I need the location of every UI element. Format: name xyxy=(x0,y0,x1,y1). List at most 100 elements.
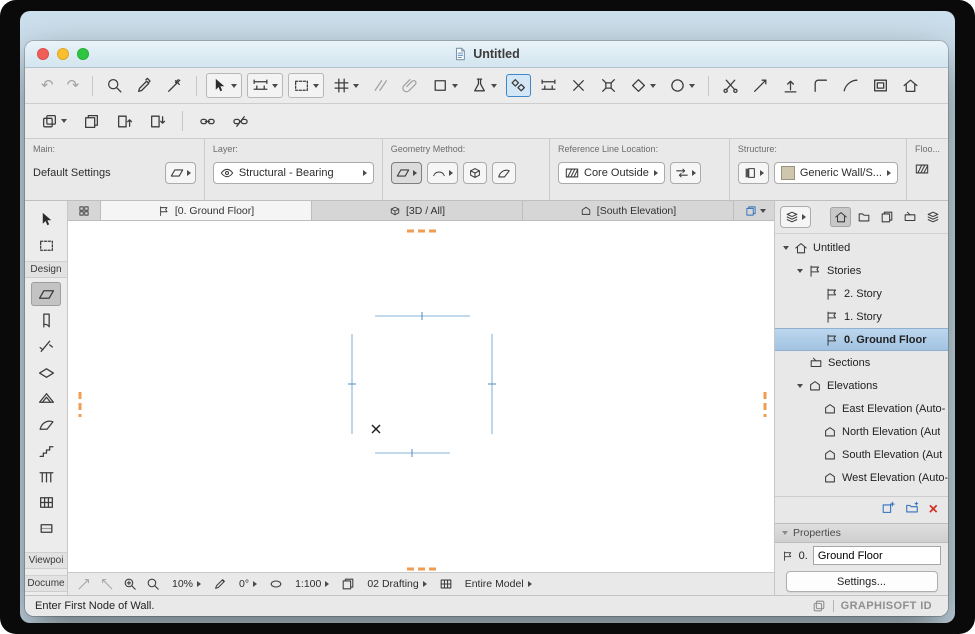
chevron-down-icon[interactable] xyxy=(797,384,803,388)
automatic-dimension-button[interactable] xyxy=(536,74,561,97)
geometry-rectangle-button[interactable] xyxy=(492,162,516,184)
arrow-tool[interactable] xyxy=(31,207,61,231)
geometry-curved-button[interactable] xyxy=(427,162,458,184)
tree-item-story-1[interactable]: 1. Story xyxy=(775,305,948,328)
guide-lines-button[interactable] xyxy=(368,74,393,97)
tree-item-untitled[interactable]: Untitled xyxy=(775,236,948,259)
tree-item-north-elevation[interactable]: North Elevation (Aut xyxy=(775,420,948,443)
elevate-button[interactable] xyxy=(778,74,803,97)
titlebar[interactable]: Untitled xyxy=(25,41,948,68)
project-map-button[interactable] xyxy=(830,207,851,227)
rotate-dropdown[interactable] xyxy=(626,74,660,97)
layer-select[interactable]: Structural - Bearing xyxy=(213,162,374,184)
slab-tool[interactable] xyxy=(31,360,61,384)
tree-item-elevations[interactable]: Elevations xyxy=(775,374,948,397)
go-down-story-button[interactable] xyxy=(145,110,170,133)
tree-item-south-elevation[interactable]: South Elevation (Aut xyxy=(775,443,948,466)
view-map-button[interactable] xyxy=(853,207,874,227)
snap-points-dropdown[interactable] xyxy=(467,74,501,97)
geometry-chained-button[interactable] xyxy=(463,162,487,184)
floor-plan-canvas[interactable] xyxy=(68,221,774,572)
favorites-button[interactable] xyxy=(922,207,943,227)
rotation-select[interactable]: 0° xyxy=(235,577,261,591)
adjust-button[interactable] xyxy=(748,74,773,97)
toolbox-viewpoint-header[interactable]: Viewpoi xyxy=(25,552,67,569)
zone-tool[interactable] xyxy=(31,516,61,540)
tab-overview-button[interactable] xyxy=(68,201,101,220)
wall-settings-button[interactable] xyxy=(165,162,196,184)
chevron-down-icon[interactable] xyxy=(797,269,803,273)
marquee-mode-dropdown[interactable] xyxy=(288,73,324,98)
virtual-trace-dropdown[interactable] xyxy=(37,110,71,133)
publisher-button[interactable] xyxy=(899,207,920,227)
shell-tool[interactable] xyxy=(31,412,61,436)
wall-tool[interactable] xyxy=(31,282,61,306)
tab-south-elevation[interactable]: [South Elevation] xyxy=(523,201,734,220)
stair-tool[interactable] xyxy=(31,438,61,462)
snap-grid-dropdown[interactable] xyxy=(428,74,462,97)
story-name-input[interactable] xyxy=(813,546,941,565)
explode-button[interactable] xyxy=(566,74,591,97)
group-button[interactable] xyxy=(195,110,220,133)
redo-button[interactable]: ↷ xyxy=(63,75,84,96)
zoom-window-button[interactable] xyxy=(77,48,89,60)
undo-button[interactable]: ↶ xyxy=(37,75,58,96)
door-tool[interactable] xyxy=(31,308,61,332)
layout-book-button[interactable] xyxy=(876,207,897,227)
toolbox-design-header[interactable]: Design xyxy=(25,261,67,278)
tree-item-story-2[interactable]: 2. Story xyxy=(775,282,948,305)
suspend-groups-toggle[interactable] xyxy=(506,74,531,97)
marquee-tool[interactable] xyxy=(31,233,61,257)
reference-line-select[interactable]: Core Outside xyxy=(558,162,665,184)
pick-up-parameters-button[interactable] xyxy=(132,74,157,97)
go-up-story-button[interactable] xyxy=(112,110,137,133)
tree-item-west-elevation[interactable]: West Elevation (Auto- xyxy=(775,466,948,489)
project-chooser-button[interactable] xyxy=(780,206,811,228)
minimize-window-button[interactable] xyxy=(57,48,69,60)
snap-guides-button[interactable] xyxy=(398,74,423,97)
model-filter-select[interactable]: Entire Model xyxy=(461,577,536,591)
arrow-mode-dropdown[interactable] xyxy=(206,73,242,98)
zoom-level-select[interactable]: 10% xyxy=(168,577,205,591)
geometry-straight-button[interactable] xyxy=(391,162,422,184)
resize-button[interactable] xyxy=(868,74,893,97)
next-view-button[interactable] xyxy=(99,576,115,592)
structure-type-button[interactable] xyxy=(738,162,769,184)
window-tool[interactable] xyxy=(31,334,61,358)
tab-3d-all[interactable]: [3D / All] xyxy=(312,201,523,220)
new-viewpoint-button[interactable] xyxy=(881,501,895,520)
roof-tool[interactable] xyxy=(31,386,61,410)
composite-select[interactable]: Generic Wall/S... xyxy=(774,162,898,184)
toolbox-document-header[interactable]: Docume xyxy=(25,575,67,592)
open-viewpoint-dropdown[interactable] xyxy=(737,201,774,220)
tree-item-sections[interactable]: Sections xyxy=(775,351,948,374)
mirror-dropdown[interactable] xyxy=(665,74,699,97)
flip-reference-button[interactable] xyxy=(670,162,701,184)
railing-tool[interactable] xyxy=(31,464,61,488)
scale-select[interactable]: 1:100 xyxy=(291,577,333,591)
new-folder-button[interactable] xyxy=(905,501,919,520)
find-select-button[interactable] xyxy=(102,74,127,97)
settings-button[interactable]: Settings... xyxy=(786,571,938,592)
ungroup-button[interactable] xyxy=(228,110,253,133)
chevron-down-icon[interactable] xyxy=(783,246,789,250)
layer-combination-select[interactable]: 02 Drafting xyxy=(363,577,430,591)
inject-parameters-button[interactable] xyxy=(162,74,187,97)
drag-elements-button[interactable] xyxy=(596,74,621,97)
graphisoft-id-area[interactable]: GRAPHISOFT ID xyxy=(812,599,948,613)
fillet-button[interactable] xyxy=(838,74,863,97)
curtain-wall-tool[interactable] xyxy=(31,490,61,514)
properties-header[interactable]: Properties xyxy=(775,523,948,543)
home-story-button[interactable] xyxy=(898,74,923,97)
trim-button[interactable] xyxy=(808,74,833,97)
split-button[interactable] xyxy=(718,74,743,97)
delete-item-button[interactable]: × xyxy=(929,502,938,518)
close-window-button[interactable] xyxy=(37,48,49,60)
tab-ground-floor[interactable]: [0. Ground Floor] xyxy=(101,201,312,220)
copy-story-button[interactable] xyxy=(79,110,104,133)
tree-item-ground-floor[interactable]: 0. Ground Floor xyxy=(775,328,948,351)
measure-mode-dropdown[interactable] xyxy=(247,73,283,98)
tree-item-stories[interactable]: Stories xyxy=(775,259,948,282)
tree-item-east-elevation[interactable]: East Elevation (Auto- xyxy=(775,397,948,420)
grid-snap-dropdown[interactable] xyxy=(329,74,363,97)
